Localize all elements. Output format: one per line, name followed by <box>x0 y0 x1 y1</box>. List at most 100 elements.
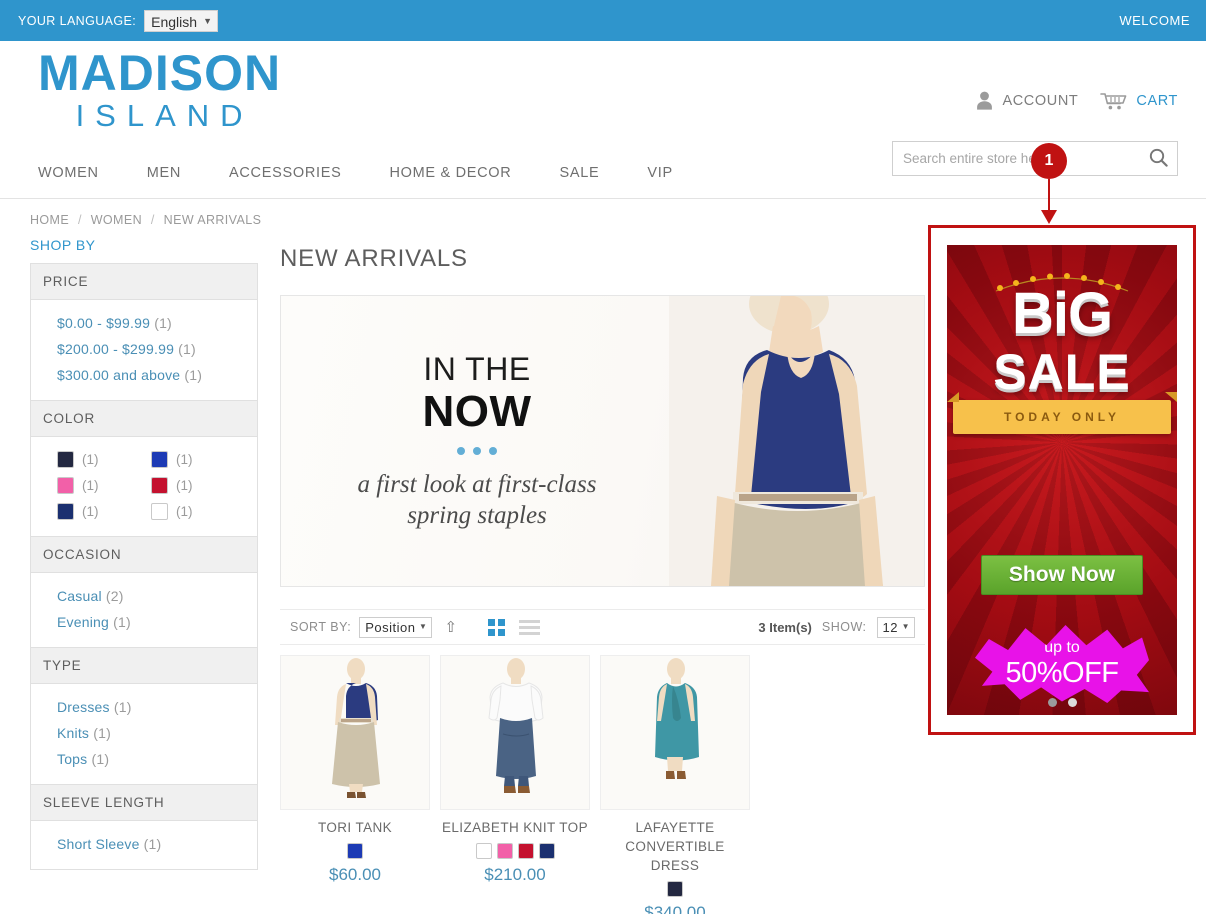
hero-banner[interactable]: IN THE NOW a first look at first-class s… <box>280 295 925 587</box>
filter-header-type: TYPE <box>31 648 257 684</box>
breadcrumb-separator: / <box>150 213 155 227</box>
color-swatch-pink[interactable] <box>57 477 74 494</box>
nav-item-women[interactable]: WOMEN <box>38 163 125 183</box>
account-link[interactable]: ACCOUNT <box>976 91 1078 110</box>
sidebar: SHOP BY PRICE $0.00 - $99.99 (1) $200.00… <box>30 237 258 914</box>
nav-item-home-decor[interactable]: HOME & DECOR <box>389 163 537 183</box>
promo-banner-highlight[interactable]: BiG SALE TODAY ONLY Show Now up to 50%OF… <box>928 225 1196 735</box>
filter-option-label: $300.00 and above <box>57 367 181 383</box>
filter-option-sleeve-0[interactable]: Short Sleeve (1) <box>43 831 245 857</box>
product-card[interactable]: ELIZABETH KNIT TOP $210.00 <box>440 655 590 914</box>
hero-tagline-2: spring staples <box>407 502 547 529</box>
filter-option-occasion-1[interactable]: Evening (1) <box>43 609 245 635</box>
color-swatch-dark-navy[interactable] <box>57 451 74 468</box>
carousel-dot-2-active[interactable] <box>1067 698 1077 707</box>
product-card[interactable]: LAFAYETTE CONVERTIBLE DRESS $340.00 <box>600 655 750 914</box>
sort-by-select[interactable]: Position ▼ <box>359 616 433 638</box>
shop-by-heading: SHOP BY <box>30 237 96 253</box>
filter-panel: PRICE $0.00 - $99.99 (1) $200.00 - $299.… <box>30 263 258 870</box>
filter-option-type-2[interactable]: Tops (1) <box>43 746 245 772</box>
filter-option-color-0[interactable]: (1) <box>57 451 151 468</box>
filter-option-color-2[interactable]: (1) <box>57 477 151 494</box>
annotation-marker-1: 1 <box>1031 143 1067 228</box>
banner-carousel-dots <box>947 698 1177 707</box>
show-per-page-select[interactable]: 12 ▼ <box>876 616 915 638</box>
filter-option-price-1[interactable]: $200.00 - $299.99 (1) <box>43 336 245 362</box>
filter-option-type-0[interactable]: Dresses (1) <box>43 694 245 720</box>
color-swatch-crimson[interactable] <box>151 477 168 494</box>
filter-option-price-0[interactable]: $0.00 - $99.99 (1) <box>43 310 245 336</box>
filter-option-color-3[interactable]: (1) <box>151 477 245 494</box>
filter-body-type: Dresses (1) Knits (1) Tops (1) <box>31 684 257 785</box>
promo-banner[interactable]: BiG SALE TODAY ONLY Show Now up to 50%OF… <box>947 245 1177 715</box>
filter-option-occasion-0[interactable]: Casual (2) <box>43 583 245 609</box>
banner-discount-value: 50%OFF <box>1005 657 1119 689</box>
site-logo[interactable]: MADISON ISLAND <box>38 47 281 133</box>
carousel-dot-1[interactable] <box>1047 698 1057 707</box>
color-swatch-white[interactable] <box>151 503 168 520</box>
nav-item-accessories[interactable]: ACCESSORIES <box>229 163 367 183</box>
product-color-swatch[interactable] <box>347 843 363 859</box>
show-now-button[interactable]: Show Now <box>981 555 1143 595</box>
breadcrumb: HOME / WOMEN / NEW ARRIVALS <box>0 199 1206 227</box>
filter-option-color-4[interactable]: (1) <box>57 503 151 520</box>
filter-header-sleeve-length: SLEEVE LENGTH <box>31 785 257 821</box>
show-label: SHOW: <box>821 620 867 634</box>
filter-option-count: (1) <box>184 367 203 383</box>
grid-view-icon[interactable] <box>487 618 505 636</box>
product-name[interactable]: ELIZABETH KNIT TOP <box>440 818 590 837</box>
cart-link[interactable]: CART <box>1100 92 1178 110</box>
filter-option-label: Evening <box>57 614 109 630</box>
product-color-swatch[interactable] <box>496 843 513 859</box>
color-swatch-navy[interactable] <box>57 503 74 520</box>
filter-option-label: $0.00 - $99.99 <box>57 315 151 331</box>
breadcrumb-item-home[interactable]: HOME <box>30 213 69 227</box>
banner-headline-sale: SALE <box>993 344 1131 400</box>
nav-item-men[interactable]: MEN <box>147 163 207 183</box>
product-color-swatch[interactable] <box>538 843 555 859</box>
filter-option-color-1[interactable]: (1) <box>151 451 245 468</box>
breadcrumb-item-current: NEW ARRIVALS <box>163 213 262 227</box>
product-image[interactable] <box>440 655 590 810</box>
sort-direction-arrow-up-icon[interactable]: ⇧ <box>440 620 461 635</box>
filter-option-count: (1) <box>176 452 193 467</box>
color-swatch-royal-blue[interactable] <box>151 451 168 468</box>
filter-option-label: Tops <box>57 751 88 767</box>
filter-header-price: PRICE <box>31 264 257 300</box>
logo-line-2: ISLAND <box>75 98 254 133</box>
product-color-swatch[interactable] <box>517 843 534 859</box>
site-header: MADISON ISLAND ACCOUNT CART Search entir… <box>0 41 1206 176</box>
filter-option-color-5[interactable]: (1) <box>151 503 245 520</box>
cart-label: CART <box>1136 92 1178 109</box>
product-price: $340.00 <box>644 903 706 914</box>
breadcrumb-separator: / <box>77 213 82 227</box>
nav-item-vip[interactable]: VIP <box>647 163 698 183</box>
product-image[interactable] <box>600 655 750 810</box>
product-name[interactable]: LAFAYETTE CONVERTIBLE DRESS <box>600 818 750 875</box>
filter-option-count: (1) <box>154 315 172 331</box>
language-select[interactable]: English ▼ <box>144 9 219 32</box>
breadcrumb-item-women[interactable]: WOMEN <box>91 213 142 227</box>
filter-option-type-1[interactable]: Knits (1) <box>43 720 245 746</box>
nav-item-sale[interactable]: SALE <box>559 163 625 183</box>
hero-line-1: IN THE <box>423 351 531 387</box>
filter-option-label: Casual <box>57 588 102 604</box>
product-card[interactable]: TORI TANK $60.00 <box>280 655 430 914</box>
product-color-swatch[interactable] <box>667 881 683 897</box>
filter-option-count: (1) <box>176 478 193 493</box>
view-mode-group <box>487 618 540 636</box>
filter-option-label: Knits <box>57 725 90 741</box>
list-view-icon[interactable] <box>518 619 540 635</box>
logo-line-1: MADISON <box>38 45 282 101</box>
product-image[interactable] <box>280 655 430 810</box>
chevron-down-icon: ▼ <box>419 622 428 631</box>
product-name[interactable]: TORI TANK <box>280 818 430 837</box>
filter-option-label: Dresses <box>57 699 110 715</box>
search-button[interactable] <box>1139 142 1177 175</box>
product-swatches <box>280 843 430 859</box>
filter-option-price-2[interactable]: $300.00 and above (1) <box>43 362 245 388</box>
hero-line-2: NOW <box>422 387 532 436</box>
search-input[interactable] <box>893 142 1139 175</box>
language-select-value: English <box>151 13 198 30</box>
product-color-swatch[interactable] <box>475 843 492 859</box>
